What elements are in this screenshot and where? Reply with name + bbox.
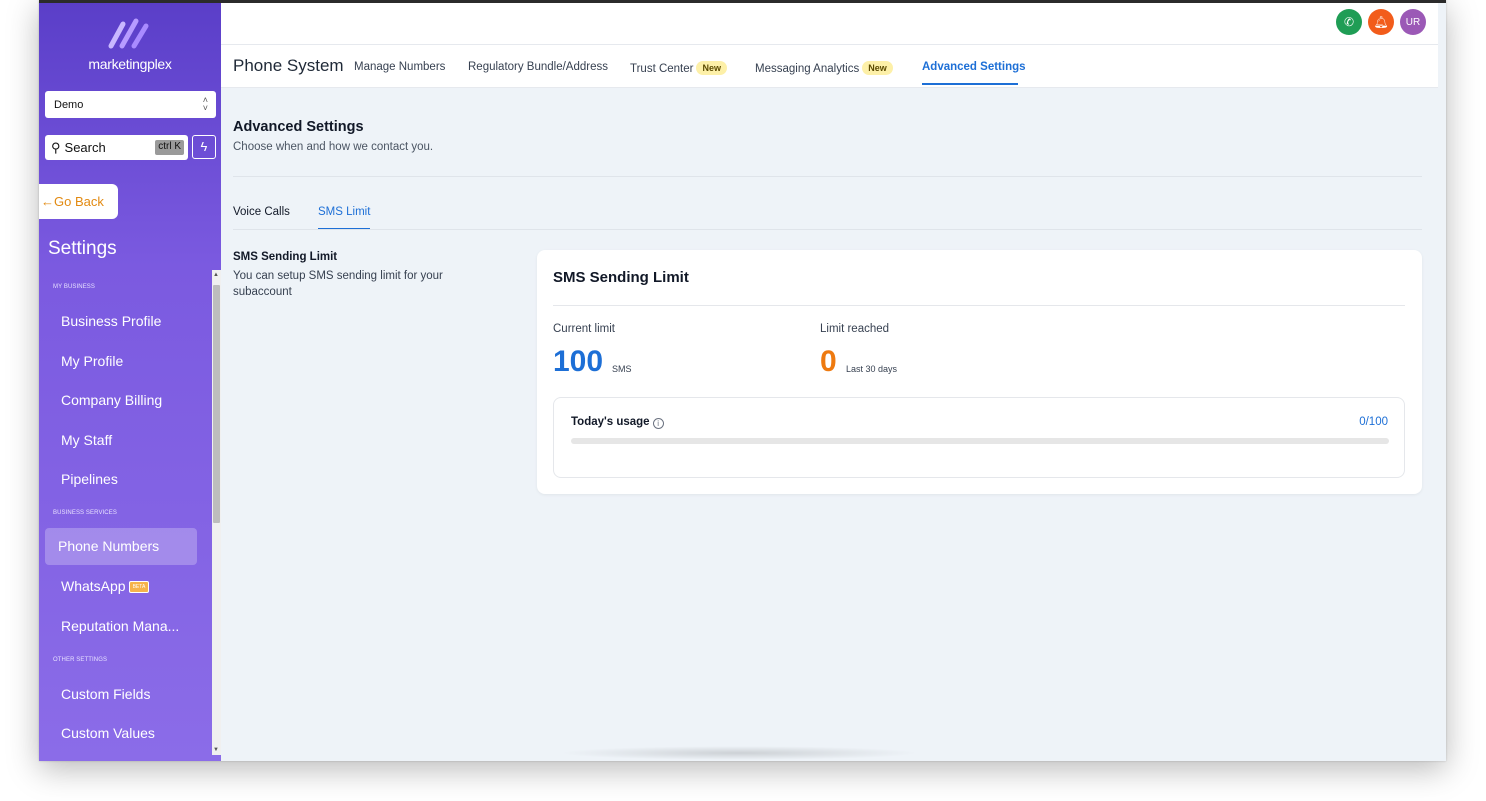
sidebar-item-custom-fields[interactable]: Custom Fields xyxy=(61,686,150,702)
usage-progress-bar xyxy=(571,438,1389,444)
updown-chevron-icon: ˄ ˅ xyxy=(202,95,208,113)
divider xyxy=(233,176,1422,177)
section-label-other-settings: OTHER SETTINGS xyxy=(53,657,108,663)
divider xyxy=(553,305,1405,306)
phone-system-nav: Phone System Manage Numbers Regulatory B… xyxy=(221,45,1438,88)
search-placeholder: Search xyxy=(64,140,106,155)
section-description: SMS Sending Limit You can setup SMS send… xyxy=(233,251,483,300)
limit-reached-unit: Last 30 days xyxy=(846,364,898,374)
settings-heading: Settings xyxy=(48,238,117,259)
phone-button[interactable]: ✆ xyxy=(1336,9,1362,35)
settings-nav: MY BUSINESS Business Profile My Profile … xyxy=(39,270,221,761)
sms-limit-card: SMS Sending Limit Current limit 100 SMS … xyxy=(537,250,1422,494)
active-tab-indicator xyxy=(922,83,1018,85)
whatsapp-label: WhatsApp xyxy=(61,578,126,594)
beta-badge: BETA xyxy=(128,581,150,594)
decorative-shadow xyxy=(559,746,919,760)
bell-icon: 🔔︎ xyxy=(1373,15,1389,29)
info-icon[interactable]: i xyxy=(652,418,664,429)
scroll-up-icon[interactable]: ▲ xyxy=(213,272,219,278)
account-switcher[interactable]: Demo ˄ ˅ xyxy=(45,91,216,118)
app-window: marketingplex Demo ˄ ˅ ⚲ Search ctrl K ϟ … xyxy=(39,0,1446,761)
sidebar-item-pipelines[interactable]: Pipelines xyxy=(61,471,118,487)
go-back-label: Go Back xyxy=(54,194,104,209)
limit-reached-value: 0 xyxy=(820,345,837,378)
card-title: SMS Sending Limit xyxy=(553,269,689,286)
top-header: ✆ 🔔︎ UR xyxy=(221,3,1438,45)
page-subtitle: Choose when and how we contact you. xyxy=(233,141,434,153)
search-icon: ⚲ xyxy=(51,140,61,155)
sidebar-item-my-staff[interactable]: My Staff xyxy=(61,432,112,448)
sidebar-scrollbar[interactable]: ▲ ▼ xyxy=(212,270,221,755)
sidebar-item-whatsapp[interactable]: WhatsApp BETA xyxy=(61,578,150,594)
scroll-down-icon[interactable]: ▼ xyxy=(213,747,219,753)
current-limit-label: Current limit xyxy=(553,323,615,335)
tab-sms-limit[interactable]: SMS Limit xyxy=(318,206,370,218)
quick-action-button[interactable]: ϟ xyxy=(192,135,216,159)
new-badge: New xyxy=(696,61,727,75)
usage-label: Today's usage xyxy=(571,416,650,428)
section-label-my-business: MY BUSINESS xyxy=(53,284,96,290)
section-text: You can setup SMS sending limit for your… xyxy=(233,270,443,298)
todays-usage-panel: Today's usage i 0/100 xyxy=(553,397,1405,478)
sidebar-item-company-billing[interactable]: Company Billing xyxy=(61,392,162,408)
tab-messaging-analytics[interactable]: Messaging Analytics New xyxy=(755,61,893,75)
current-limit-value: 100 xyxy=(553,345,604,378)
notifications-button[interactable]: 🔔︎ xyxy=(1368,9,1394,35)
scrollbar-thumb[interactable] xyxy=(213,285,220,523)
trust-center-label: Trust Center xyxy=(630,63,694,75)
keyboard-shortcut: ctrl K xyxy=(155,140,184,155)
account-name: Demo xyxy=(54,99,84,111)
tab-voice-calls[interactable]: Voice Calls xyxy=(233,206,290,218)
new-badge: New xyxy=(862,61,893,75)
avatar[interactable]: UR xyxy=(1400,9,1426,35)
sidebar-item-phone-numbers[interactable]: Phone Numbers xyxy=(45,528,197,565)
section-title: SMS Sending Limit xyxy=(233,251,338,263)
tab-advanced-settings[interactable]: Advanced Settings xyxy=(922,61,1026,73)
page-header: Advanced Settings Choose when and how we… xyxy=(233,119,433,153)
search-input[interactable]: ⚲ Search ctrl K xyxy=(45,135,188,160)
brand-name: marketingplex xyxy=(88,56,172,72)
sidebar-item-business-profile[interactable]: Business Profile xyxy=(61,313,161,329)
tab-regulatory[interactable]: Regulatory Bundle/Address xyxy=(468,61,608,73)
lightning-icon: ϟ xyxy=(200,139,208,154)
tab-trust-center[interactable]: Trust Center New xyxy=(630,61,727,75)
tab-manage-numbers[interactable]: Manage Numbers xyxy=(354,61,445,73)
arrow-left-icon: ← xyxy=(41,194,54,209)
limit-reached-label: Limit reached xyxy=(820,323,890,335)
go-back-button[interactable]: ←Go Back xyxy=(39,184,118,219)
usage-label-wrap: Today's usage i xyxy=(571,416,664,429)
messaging-analytics-label: Messaging Analytics xyxy=(755,63,860,75)
sidebar-item-custom-values[interactable]: Custom Values xyxy=(61,725,155,741)
page-section-title: Phone System xyxy=(233,56,344,75)
sidebar-item-my-profile[interactable]: My Profile xyxy=(61,353,123,369)
page-title: Advanced Settings xyxy=(233,119,364,135)
divider xyxy=(233,229,1422,230)
phone-icon: ✆ xyxy=(1343,15,1355,29)
sidebar: marketingplex Demo ˄ ˅ ⚲ Search ctrl K ϟ … xyxy=(39,0,221,761)
usage-count: 0/100 xyxy=(1359,416,1388,428)
section-label-business-services: BUSINESS SERVICES xyxy=(53,510,117,516)
sidebar-item-reputation[interactable]: Reputation Mana... xyxy=(61,618,179,634)
current-limit-unit: SMS xyxy=(612,364,632,374)
brand-logo-icon xyxy=(108,18,149,49)
